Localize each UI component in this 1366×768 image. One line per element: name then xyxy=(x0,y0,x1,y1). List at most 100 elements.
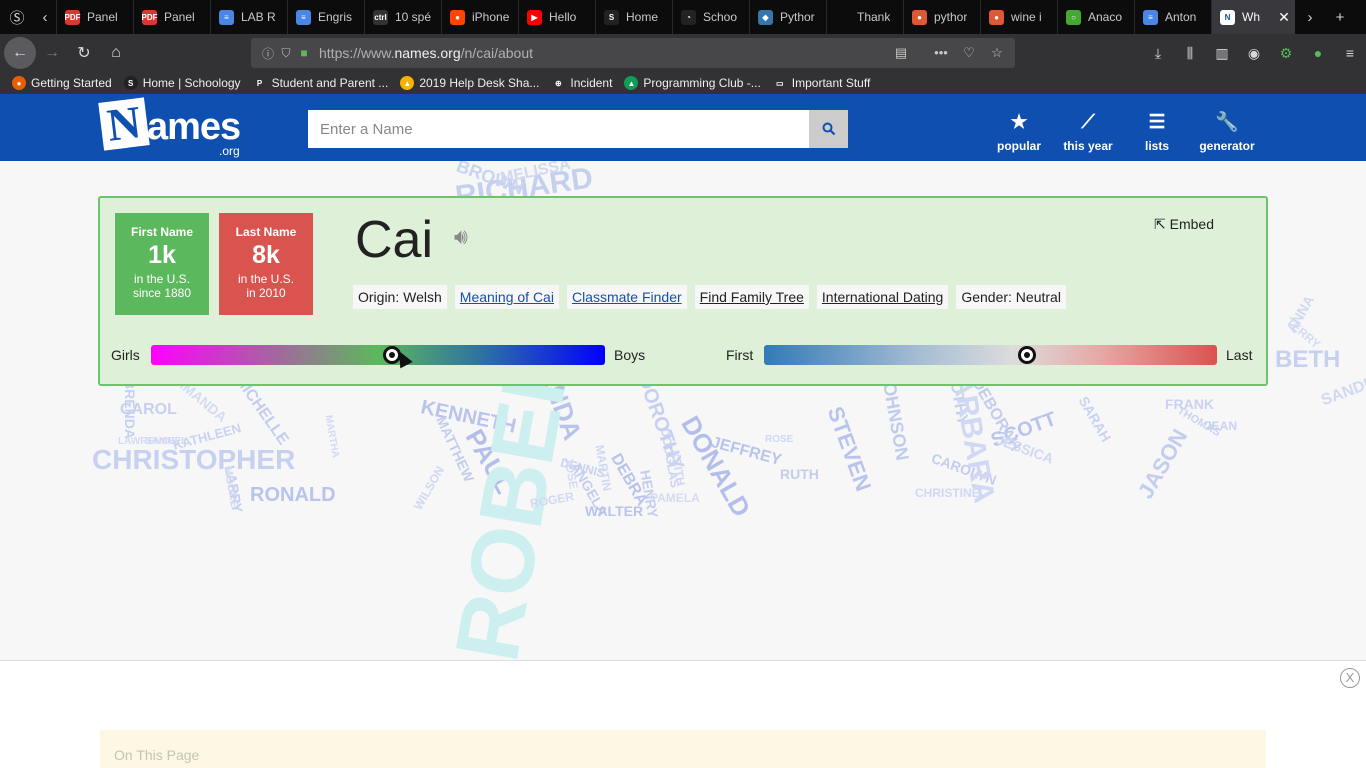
browser-tab[interactable]: ctrl 10 spé xyxy=(364,0,441,34)
background-name-word: STEVEN xyxy=(822,403,877,495)
site-nav-this-year[interactable]: ⟋ this year xyxy=(1048,112,1128,153)
tab-label: Anton xyxy=(1165,10,1197,24)
names-logo[interactable]: N ames .org xyxy=(98,96,251,158)
back-button[interactable]: ← xyxy=(4,37,36,69)
browser-tab[interactable]: S Home xyxy=(595,0,672,34)
forward-button[interactable]: → xyxy=(36,37,68,69)
trend-chart-icon: ⟋ xyxy=(1081,112,1095,133)
new-tab-icon[interactable]: + xyxy=(1325,0,1355,34)
firstlast-slider-right-label: Last xyxy=(1226,347,1253,363)
name-search-input[interactable] xyxy=(308,110,809,148)
tab-active[interactable]: N Wh xyxy=(1211,0,1273,34)
bookmark-item[interactable]: ● Getting Started xyxy=(12,76,112,90)
name-search xyxy=(308,110,848,148)
address-bar[interactable]: ⓘ ⛉ ■ https://www.names.org/n/cai/about … xyxy=(251,38,1015,68)
browser-tab[interactable]: Thank xyxy=(826,0,903,34)
bookmark-item[interactable]: ▭ Important Stuff xyxy=(772,76,870,90)
reddit-icon: ● xyxy=(450,9,465,25)
search-icon xyxy=(822,122,835,136)
wrench-icon: 🔧 xyxy=(1215,112,1239,133)
browser-tab[interactable]: PDF Panel xyxy=(56,0,133,34)
vpn-extension-icon[interactable]: ⚙ xyxy=(1270,45,1302,62)
speaker-icon[interactable]: 🔊︎ xyxy=(454,224,468,250)
browser-tab[interactable]: ● iPhone xyxy=(441,0,518,34)
tab-label: 10 spé xyxy=(395,10,432,24)
tab-label: Hello xyxy=(549,10,577,24)
bookmark-item[interactable]: ▲ Programming Club -... xyxy=(624,76,761,90)
logo-suffix: .org xyxy=(219,144,240,158)
account-icon[interactable]: ◉ xyxy=(1238,45,1270,62)
sidebar-icon[interactable]: ▥ xyxy=(1206,45,1238,62)
browser-tab[interactable]: ≡ Engris xyxy=(287,0,364,34)
background-name-word: DONALD xyxy=(675,410,757,522)
close-tab-icon[interactable]: ✕ xyxy=(1273,0,1295,34)
browser-tab[interactable]: ◆ Pythor xyxy=(749,0,826,34)
reload-button[interactable]: ↻ xyxy=(68,37,100,69)
name-card: First Name 1k in the U.S. since 1880 Las… xyxy=(98,196,1268,386)
first-last-slider-knob[interactable] xyxy=(1017,346,1036,364)
search-button[interactable] xyxy=(809,110,848,148)
bookmark-item[interactable]: P Student and Parent ... xyxy=(252,76,389,90)
name-tag[interactable]: Find Family Tree xyxy=(694,285,809,309)
bookmark-label: Student and Parent ... xyxy=(271,76,389,90)
tab-label: Home xyxy=(626,10,659,24)
tab-label: pythor xyxy=(934,10,968,24)
list-icon: ☰ xyxy=(1148,112,1166,133)
first-last-slider[interactable] xyxy=(764,345,1217,365)
docs-icon: ≡ xyxy=(219,9,234,25)
background-name-word: LAWRENCE xyxy=(118,436,176,447)
home-button[interactable]: ⌂ xyxy=(100,37,132,69)
tracking-shield-icon[interactable]: ⛉ xyxy=(277,46,295,61)
pocket-icon[interactable]: ♡ xyxy=(959,45,979,61)
last-name-stat-value: 8k xyxy=(252,241,280,269)
bookmarks-toolbar: ● Getting Started S Home | Schoology P Studen… xyxy=(0,72,1366,94)
on-this-page-heading[interactable]: On This Page xyxy=(100,730,1266,768)
lock-icon[interactable]: ■ xyxy=(295,46,313,60)
scroll-tabs-left-icon[interactable]: ‹ xyxy=(34,0,56,34)
site-nav-generator[interactable]: 🔧 generator xyxy=(1186,112,1268,153)
share-icon: ⇱ xyxy=(1154,216,1166,232)
browser-tab[interactable]: ○ Anaco xyxy=(1057,0,1134,34)
schoology-extension-icon[interactable]: Ⓢ xyxy=(0,0,34,34)
library-icon[interactable]: ⫼ xyxy=(1174,45,1206,62)
duckduckgo-icon: ● xyxy=(912,9,927,25)
page-actions-icon[interactable]: ••• xyxy=(931,45,951,61)
bookmark-star-icon[interactable]: ☆ xyxy=(987,45,1007,61)
name-tag[interactable]: International Dating xyxy=(816,285,949,309)
site-nav: ★ popular ⟋ this year ☰ lists 🔧 generator xyxy=(990,112,1268,153)
browser-tab[interactable]: ≡ Anton xyxy=(1134,0,1211,34)
browser-tab[interactable]: ● pythor xyxy=(903,0,980,34)
browser-tab[interactable]: PDF Panel xyxy=(133,0,210,34)
tab-strip-controls: › + ⌄ xyxy=(1295,0,1366,34)
browser-tab[interactable]: ● wine i xyxy=(980,0,1057,34)
close-ad-button[interactable]: X xyxy=(1340,668,1360,688)
site-nav-lists[interactable]: ☰ lists xyxy=(1128,112,1186,153)
tab-list-menu-icon[interactable]: ⌄ xyxy=(1355,0,1366,34)
bookmark-item[interactable]: ▲ 2019 Help Desk Sha... xyxy=(400,76,539,90)
gender-slider[interactable] xyxy=(151,345,605,365)
bookmark-item[interactable]: ⊕ Incident xyxy=(551,76,612,90)
grammarly-extension-icon[interactable]: ● xyxy=(1302,45,1334,61)
name-tags: Origin: Welsh Meaning of Cai Classmate Fin… xyxy=(353,285,1066,309)
name-title: Cai xyxy=(355,211,434,269)
site-nav-popular[interactable]: ★ popular xyxy=(990,112,1048,153)
browser-tab-strip: Ⓢ ‹ PDF Panel PDF Panel ≡ LAB R ≡ Engris ctrl 10 … xyxy=(0,0,1366,34)
bookmark-label: Getting Started xyxy=(31,76,112,90)
pdf-icon: PDF xyxy=(65,9,81,25)
bookmark-item[interactable]: S Home | Schoology xyxy=(123,76,241,90)
name-tag[interactable]: Classmate Finder xyxy=(566,285,687,309)
downloads-icon[interactable]: ⤓ xyxy=(1142,45,1174,62)
info-icon[interactable]: ⓘ xyxy=(259,45,277,62)
embed-button[interactable]: ⇱ Embed xyxy=(1154,216,1214,233)
browser-tab[interactable]: ▶ Hello xyxy=(518,0,595,34)
last-name-stat-line1: in the U.S. xyxy=(237,272,295,286)
browser-tab[interactable]: ◔ Schoo xyxy=(672,0,749,34)
scroll-tabs-right-icon[interactable]: › xyxy=(1295,0,1325,34)
url-text[interactable]: https://www.names.org/n/cai/about xyxy=(319,45,533,61)
menu-icon[interactable]: ≡ xyxy=(1334,45,1366,61)
toolbar-right: ⤓ ⫼ ▥ ◉ ⚙ ● ≡ xyxy=(1142,34,1366,72)
site-header: N ames .org ★ popular ⟋ this year ☰ lists 🔧 gen… xyxy=(0,94,1366,161)
browser-tab[interactable]: ≡ LAB R xyxy=(210,0,287,34)
name-tag[interactable]: Meaning of Cai xyxy=(454,285,559,309)
reader-view-icon[interactable]: ▤ xyxy=(891,45,911,61)
